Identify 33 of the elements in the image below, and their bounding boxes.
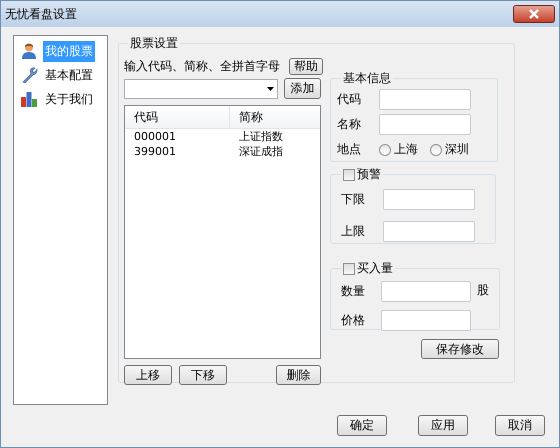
move-up-button[interactable]: 上移 (124, 365, 172, 385)
unit-label: 股 (477, 282, 489, 299)
group-title: 股票设置 (130, 35, 178, 52)
group-title: 基本信息 (343, 70, 391, 87)
delete-button[interactable]: 删除 (276, 365, 321, 385)
ok-button[interactable]: 确定 (337, 415, 387, 436)
radio-label: 上海 (394, 141, 418, 158)
input-hint: 输入代码、简称、全拼首字母 (124, 58, 280, 74)
field-label: 价格 (341, 312, 366, 329)
list-cell-text: 上证指数 (238, 129, 283, 144)
cancel-button[interactable]: 取消 (495, 415, 545, 436)
field-label: 数量 (341, 283, 366, 300)
checkbox-label: 买入量 (357, 260, 393, 277)
window-title: 无忧看盘设置 (5, 6, 77, 22)
add-button[interactable]: 添加 (284, 78, 321, 99)
field-label: 下限 (341, 190, 366, 208)
checkbox-label: 预警 (357, 166, 381, 183)
list-cell-text: 399001 (133, 145, 177, 158)
move-down-button[interactable]: 下移 (179, 365, 227, 385)
list-cell-text: 000001 (133, 130, 177, 143)
field-label: 名称 (337, 116, 362, 133)
sidebar-item[interactable]: 关于我们 (43, 88, 95, 110)
list-cell-text: 深证成指 (238, 144, 283, 159)
column-header[interactable]: 简称 (230, 106, 263, 128)
radio-label: 深圳 (445, 141, 469, 158)
apply-button[interactable]: 应用 (418, 415, 468, 436)
sidebar-item[interactable]: 基本配置 (43, 64, 95, 86)
column-header[interactable]: 代码 (125, 106, 230, 128)
save-button[interactable]: 保存修改 (421, 339, 499, 359)
help-button[interactable]: 帮助 (289, 58, 323, 74)
field-label: 地点 (337, 141, 362, 158)
field-label: 上限 (341, 222, 366, 240)
field-label: 代码 (337, 91, 362, 108)
